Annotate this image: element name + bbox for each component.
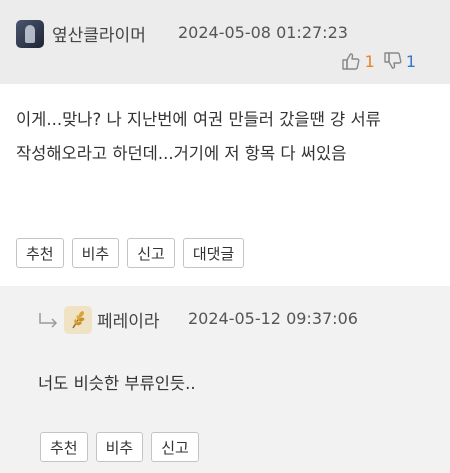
not-recommend-button[interactable]: 비추 [71, 238, 120, 268]
reply-body: 너도 비슷한 부류인듯.. [38, 374, 196, 393]
dislike-count: 1 [405, 51, 416, 71]
comment-author[interactable]: 옆산클라이머 [52, 21, 146, 46]
report-button[interactable]: 신고 [127, 238, 175, 268]
vote-counts: 1 1 [341, 51, 416, 71]
reply-author[interactable]: 페레이라 [97, 307, 160, 332]
avatar[interactable] [16, 20, 44, 48]
comment-body: 이게...맞나? 나 지난번에 여권 만들러 갔을땐 걍 서류 작성해오라고 하… [16, 110, 381, 163]
reply-report-button[interactable]: 신고 [151, 432, 199, 462]
comment-actions: 추천 비추 신고 대댓글 [16, 238, 245, 268]
reply: 페레이라 2024-05-12 09:37:06 너도 비슷한 부류인듯.. 추… [0, 286, 450, 473]
reply-timestamp: 2024-05-12 09:37:06 [188, 309, 358, 328]
reply-button[interactable]: 대댓글 [182, 238, 245, 268]
thumbs-down-icon[interactable] [383, 51, 403, 71]
reply-recommend-button[interactable]: 추천 [40, 432, 88, 462]
comment-header: 옆산클라이머 2024-05-08 01:27:23 1 1 [0, 0, 450, 84]
reply-arrow-icon [38, 312, 60, 332]
like-count: 1 [364, 51, 375, 71]
comment: 옆산클라이머 2024-05-08 01:27:23 1 1 이게...맞나? … [0, 0, 450, 268]
reply-actions: 추천 비추 신고 [40, 432, 199, 462]
reply-not-recommend-button[interactable]: 비추 [95, 432, 144, 462]
thumbs-up-icon[interactable] [341, 51, 361, 71]
comment-timestamp: 2024-05-08 01:27:23 [178, 23, 348, 42]
wheat-icon[interactable] [64, 306, 92, 334]
recommend-button[interactable]: 추천 [16, 238, 64, 268]
